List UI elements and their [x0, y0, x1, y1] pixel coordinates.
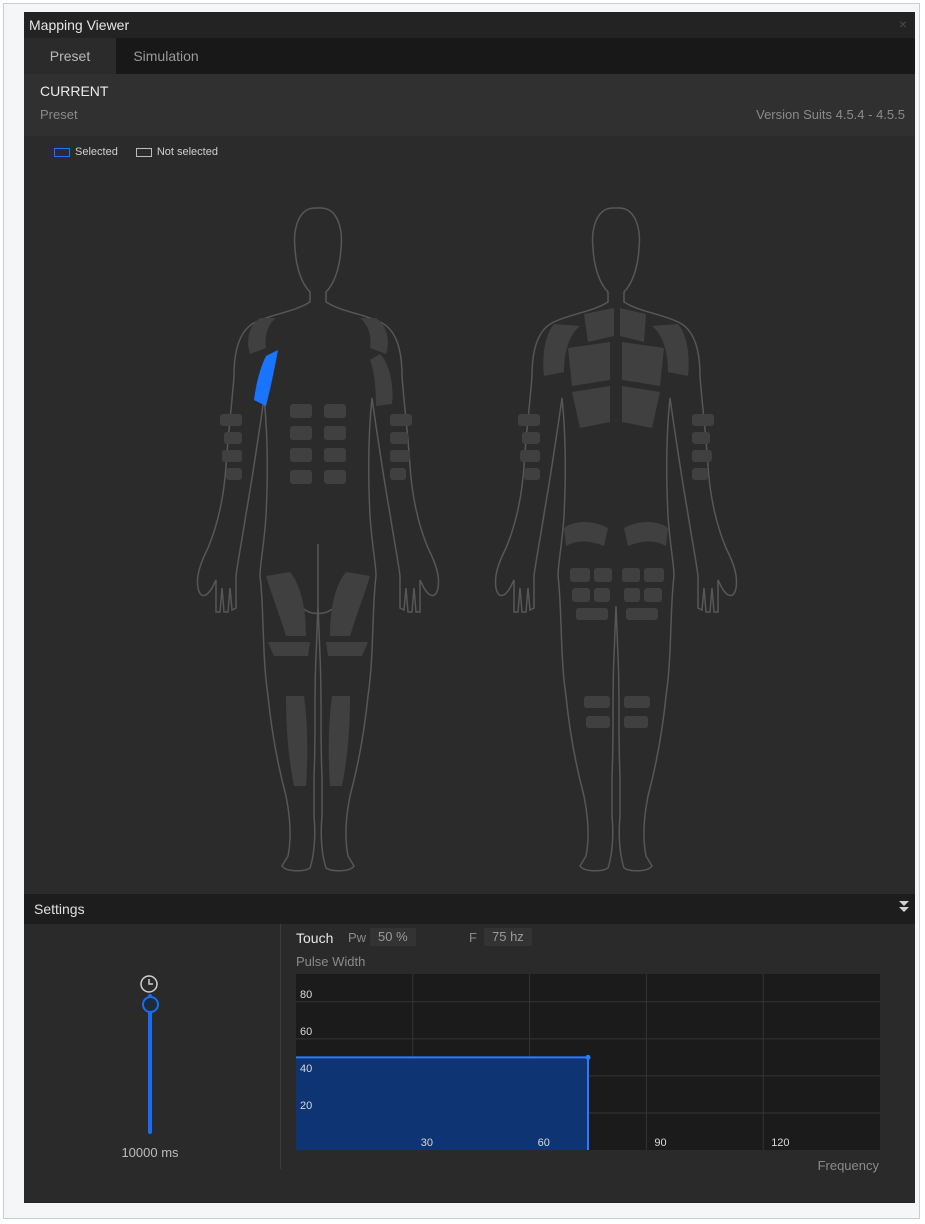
x-tick-label: 60 [538, 1137, 550, 1149]
body-figures [196, 207, 738, 872]
double-chevron-down-icon[interactable] [899, 899, 909, 913]
x-tick-label: 120 [771, 1137, 789, 1149]
settings-header[interactable]: Settings [24, 894, 915, 924]
tab-bar: Preset Simulation [24, 38, 915, 74]
body-mapping-viewer: Selected Not selected [24, 136, 915, 894]
duration-slider-track[interactable] [148, 994, 152, 1134]
chart-series[interactable] [296, 1054, 591, 1150]
x-tick-label: 90 [654, 1137, 666, 1149]
frequency-axis-title: Frequency [817, 1158, 879, 1173]
mapping-viewer-window: Mapping Viewer × Preset Simulation CURRE… [24, 12, 915, 1203]
f-value-field[interactable]: 75 hz [484, 928, 532, 946]
duration-value: 10000 ms [121, 1145, 179, 1160]
clock-icon [140, 975, 158, 993]
f-label: F [469, 930, 477, 945]
preset-name: Preset [40, 107, 78, 122]
back-muscle-zones [518, 308, 714, 728]
title-bar: Mapping Viewer × [24, 12, 915, 38]
window-title: Mapping Viewer [29, 17, 130, 33]
current-heading: CURRENT [40, 83, 109, 99]
close-icon[interactable]: × [899, 16, 907, 32]
pw-label: Pw [348, 930, 367, 945]
front-muscle-zones [220, 318, 412, 786]
tab-simulation[interactable]: Simulation [116, 38, 216, 74]
preset-info-header: CURRENT Preset Version Suits 4.5.4 - 4.5… [24, 74, 915, 136]
front-left-upper-arm-zone-selected[interactable] [254, 350, 278, 406]
y-tick-label: 20 [300, 1100, 312, 1112]
pw-value-field[interactable]: 50 % [370, 928, 416, 946]
tab-preset[interactable]: Preset [24, 38, 116, 74]
y-tick-label: 60 [300, 1026, 312, 1038]
y-tick-label: 40 [300, 1063, 312, 1075]
version-label: Version Suits 4.5.4 - 4.5.5 [756, 107, 905, 122]
settings-title: Settings [34, 901, 85, 917]
front-body-outline [196, 207, 440, 872]
pulse-width-point [585, 1054, 591, 1060]
y-tick-label: 80 [300, 989, 312, 1001]
pulse-width-frequency-chart[interactable]: 20 40 60 80 30 60 90 120 [296, 974, 880, 1150]
duration-slider-knob[interactable] [142, 996, 159, 1013]
back-body-outline [494, 207, 738, 872]
settings-divider [280, 924, 281, 1169]
pulse-width-axis-title: Pulse Width [296, 954, 366, 969]
x-tick-label: 30 [421, 1137, 433, 1149]
settings-panel: 10000 ms Touch Pw 50 % F 75 hz Pulse Wid… [24, 924, 915, 1203]
touch-label: Touch [296, 930, 334, 946]
